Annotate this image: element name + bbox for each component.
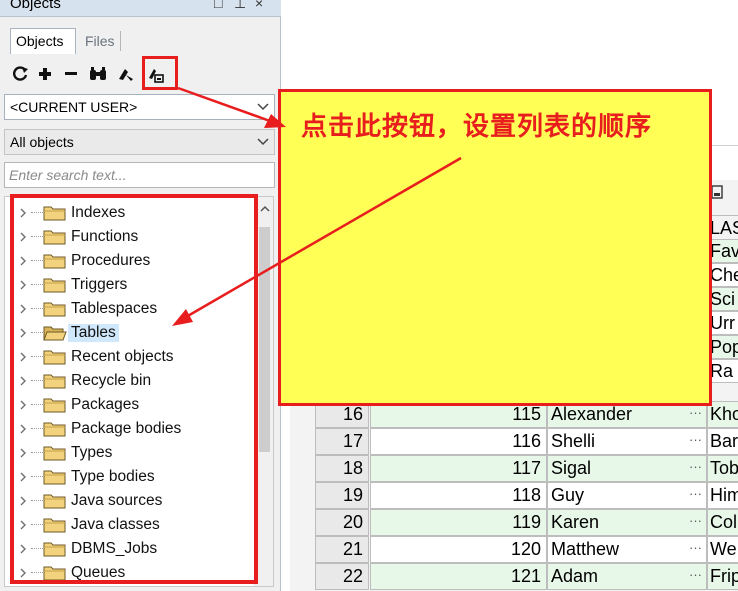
object-type-value: All objects (10, 134, 74, 150)
row-number[interactable]: 21 (315, 536, 369, 563)
remove-icon[interactable] (60, 62, 82, 86)
table-row[interactable]: 22 121 Adam ··· Frip (315, 563, 738, 590)
first-name-cell[interactable]: Sigal ··· (547, 455, 707, 482)
first-name-value: Matthew (551, 539, 620, 559)
annotation-callout: 点击此按钮，设置列表的顺序 (278, 89, 712, 406)
table-row[interactable]: 20 119 Karen ··· Col (315, 509, 738, 536)
schema-user-value: <CURRENT USER> (10, 99, 138, 115)
ellipsis-icon[interactable]: ··· (689, 562, 702, 587)
tab-files[interactable]: Files (80, 31, 121, 51)
tree-highlight (10, 194, 258, 584)
table-row[interactable]: 19118Guy ··· Him (315, 482, 738, 509)
ellipsis-icon[interactable]: ··· (689, 508, 702, 533)
table-row[interactable]: 21 120 Matthew ··· We (315, 536, 738, 563)
last-name-cell[interactable]: Col (707, 509, 738, 536)
first-name-cell[interactable]: Guy ··· (547, 482, 707, 509)
first-name-cell[interactable]: Matthew ··· (547, 536, 707, 563)
object-type-select[interactable]: All objects (4, 129, 275, 155)
float-icon[interactable]: □ (214, 0, 222, 11)
ellipsis-icon[interactable]: ··· (689, 535, 702, 560)
row-number[interactable]: 18 (315, 455, 369, 482)
scroll-up-icon[interactable] (260, 205, 270, 213)
pin-icon[interactable]: ⊥ (234, 0, 246, 12)
search-field (4, 162, 275, 188)
chevron-down-icon (257, 138, 269, 146)
find-icon[interactable] (86, 62, 108, 86)
employee-id-cell[interactable]: 120 (370, 536, 547, 563)
pane-title: Objects (10, 0, 61, 12)
close-icon[interactable]: × (255, 0, 263, 11)
annotation-text: 点击此按钮，设置列表的顺序 (301, 112, 653, 142)
first-name-value: Karen (551, 512, 600, 532)
first-name-cell[interactable]: Karen ··· (547, 509, 707, 536)
ellipsis-icon[interactable]: ··· (689, 427, 702, 452)
column-header-icon[interactable] (710, 184, 724, 200)
pane-title-bar: Objects □ ⊥ × (0, 0, 281, 17)
employee-id-cell[interactable]: 119 (370, 509, 547, 536)
last-name-cell[interactable]: We (707, 536, 738, 563)
ellipsis-icon[interactable]: ··· (689, 454, 702, 479)
ellipsis-icon[interactable]: ··· (689, 481, 702, 506)
last-name-cell[interactable]: Bar (707, 428, 738, 455)
tab-objects[interactable]: Objects (10, 28, 76, 54)
last-name-cell[interactable]: Him (707, 482, 738, 509)
first-name-value: Adam (551, 566, 599, 586)
schema-user-select[interactable]: <CURRENT USER> (4, 94, 275, 120)
scroll-thumb[interactable] (259, 227, 270, 452)
first-name-value: Sigal (551, 458, 592, 478)
employee-id-cell[interactable]: 118 (370, 482, 547, 509)
chevron-down-icon (257, 103, 269, 111)
table-row[interactable]: 18 117 Sigal ··· Tob (315, 455, 738, 482)
first-name-value: Shelli (551, 431, 596, 451)
search-input[interactable] (9, 164, 271, 186)
first-name-value: Alexander (551, 404, 633, 424)
filter-icon[interactable] (114, 62, 136, 86)
refresh-icon[interactable] (10, 62, 32, 86)
last-name-cell[interactable]: Tob (707, 455, 738, 482)
row-number[interactable]: 22 (315, 563, 369, 590)
sort-button-highlight (142, 56, 178, 90)
first-name-value: Guy (551, 485, 585, 505)
last-name-cell[interactable]: Frip (707, 563, 738, 590)
employee-id-cell[interactable]: 117 (370, 455, 547, 482)
add-icon[interactable] (34, 62, 56, 86)
first-name-cell[interactable]: Adam ··· (547, 563, 707, 590)
row-number[interactable]: 17 (315, 428, 369, 455)
row-number[interactable]: 19 (315, 482, 369, 509)
table-row[interactable]: 17 116 Shelli ··· Bar (315, 428, 738, 455)
employee-id-cell[interactable]: 121 (370, 563, 547, 590)
row-number[interactable]: 20 (315, 509, 369, 536)
first-name-cell[interactable]: Shelli ··· (547, 428, 707, 455)
employee-id-cell[interactable]: 116 (370, 428, 547, 455)
